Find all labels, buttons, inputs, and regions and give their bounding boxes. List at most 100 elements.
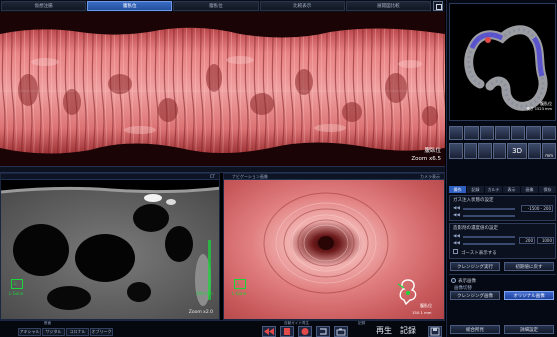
endo-corner-sub: 150.1 mm — [412, 310, 432, 315]
mode-tabs: 操作 記録 カルテ 表示 画像 保存 — [449, 186, 556, 193]
route-icon[interactable] — [463, 143, 478, 159]
ct-marker-label: L — [14, 281, 17, 287]
slice-caption: 断面 — [44, 321, 52, 325]
colon-unfold-view[interactable]: 腹臥位 Zoom x6.5 — [0, 12, 445, 166]
model-sub: 長さ 1523 mm — [526, 107, 552, 111]
record-button[interactable]: 記録 — [400, 327, 416, 335]
detail-settings-button[interactable]: 詳細設定 — [504, 325, 554, 334]
contrast-slider-track-2[interactable] — [463, 243, 515, 245]
window-toggle-button[interactable] — [433, 1, 443, 11]
tool-icon-row-2: 3D mm — [449, 143, 556, 159]
gas-range-field[interactable]: -1500 - 200 — [521, 205, 553, 212]
camera-icon[interactable] — [541, 126, 556, 140]
control-panel: 腹臥位 長さ 1523 mm 3D mm 操作 記録 カルテ 表示 画像 保存 … — [446, 0, 557, 337]
stop-button[interactable] — [280, 326, 294, 337]
endo-header-right: カメラ表示 — [420, 174, 440, 179]
sagittal-button[interactable]: サジタル — [42, 328, 65, 336]
ghost-checkbox[interactable] — [453, 249, 458, 254]
contrast-settings-title: 造影剤の濃度値の設定 — [453, 226, 498, 231]
tab-compare[interactable]: 比較表示 — [259, 1, 345, 11]
gas-arrow-icon-2: ◀◀ — [453, 213, 460, 218]
gas-arrow-icon: ◀◀ — [453, 206, 460, 211]
gas-slider-track-2[interactable] — [463, 215, 515, 217]
ghost-checkbox-label: ゴースト表示する — [461, 251, 497, 256]
mode-tab-chart[interactable]: カルテ — [485, 186, 502, 193]
loop-button[interactable] — [316, 326, 330, 337]
measure-icon[interactable] — [495, 126, 510, 140]
colon-3d-model-view[interactable]: 腹臥位 長さ 1523 mm — [449, 3, 556, 121]
camera-icon — [336, 328, 346, 336]
lesion-icon[interactable] — [510, 126, 526, 140]
tab-prone[interactable]: 腹臥位 — [87, 1, 173, 11]
cleansed-image-button[interactable]: クレンジング画像 — [450, 291, 500, 300]
ct-zoom-label: Zoom x2.0 — [188, 309, 213, 315]
tab-virtual-enema[interactable]: 仮想注腸 — [1, 1, 87, 11]
endo-marker-label: L — [237, 281, 240, 287]
mode-tab-operate[interactable]: 操作 — [449, 186, 466, 193]
ct-scale-label: 100 mm — [196, 291, 213, 296]
gas-settings-title: ガス注入状態の設定 — [453, 198, 494, 203]
endo-marker-box[interactable]: L — [234, 279, 246, 289]
mm-button[interactable]: mm — [542, 143, 556, 159]
ct-slice-view[interactable]: CT L L-Gone 100 mm Zoom x2.0 — [0, 173, 220, 320]
tab-prone-2[interactable]: 腹臥位 — [173, 1, 259, 11]
contrast-arrow-icon-2: ◀◀ — [453, 241, 460, 246]
coronal-button[interactable]: コロナル — [66, 328, 89, 336]
contrast-max-field[interactable]: 1000 — [537, 237, 554, 244]
contrast-arrow-icon: ◀◀ — [453, 234, 460, 239]
3d-view-button[interactable]: 3D — [507, 143, 527, 159]
save-icon — [430, 327, 440, 336]
stop-icon — [284, 328, 290, 335]
camera-button[interactable] — [334, 326, 348, 337]
unfold-zoom-label: Zoom x6.5 — [411, 156, 441, 162]
endo-marker-sub: L-Gone — [232, 291, 247, 296]
play-button[interactable]: 再生 — [376, 327, 392, 335]
mode-tab-save[interactable]: 保存 — [539, 186, 556, 193]
overall-findings-button[interactable]: 総合所見 — [450, 325, 500, 334]
record-dot-button[interactable] — [298, 326, 312, 337]
fit-view-icon[interactable] — [449, 126, 464, 140]
view-tab-bar: 仮想注腸 腹臥位 腹臥位 比較表示 展開図比較 — [0, 0, 445, 12]
model-caption: 腹臥位 — [540, 101, 552, 106]
flythrough-icon[interactable] — [492, 143, 507, 159]
gas-slider-track[interactable] — [463, 208, 515, 210]
rotate-icon[interactable] — [464, 126, 479, 140]
panel-divider — [449, 274, 556, 275]
ct-marker-sub: L-Gone — [9, 291, 24, 296]
endo-corner-caption: 腹臥位 — [420, 303, 432, 308]
axial-button[interactable]: アキシャル — [18, 328, 41, 336]
loop-icon — [320, 328, 327, 335]
unfold-image — [0, 12, 445, 166]
original-image-button[interactable]: オリジナル画像 — [504, 291, 554, 300]
ct-marker-box[interactable]: L — [11, 279, 23, 289]
colon-orientation-icon — [397, 279, 417, 306]
capture-icon[interactable] — [478, 143, 492, 159]
mode-tab-image[interactable]: 画像 — [521, 186, 538, 193]
view-separator — [0, 166, 445, 173]
record-caption: 記録 — [358, 321, 366, 325]
rewind-button[interactable] — [262, 326, 276, 337]
contrast-min-field[interactable]: 200 — [519, 237, 535, 244]
marker-icon[interactable] — [526, 126, 541, 140]
tab-unfold-compare[interactable]: 展開図比較 — [345, 1, 432, 11]
cleansing-run-button[interactable]: クレンジング実行 — [450, 262, 500, 271]
unfold-position-label: 腹臥位 — [424, 148, 441, 154]
bottom-toolbar: 断面 アキシャル サジタル コロナル オブリーク 自動ガイド再生 記録 再生 記… — [0, 320, 445, 337]
record-icon — [301, 328, 309, 335]
tool-icon-row-1 — [449, 126, 556, 142]
reset-defaults-button[interactable]: 初期値に戻す — [504, 262, 554, 271]
contrast-slider-track[interactable] — [463, 236, 515, 238]
display-image-title: 表示画像 — [458, 279, 476, 284]
save-record-button[interactable] — [428, 326, 442, 337]
ct-header-label: CT — [209, 174, 215, 179]
navigate-icon[interactable] — [449, 143, 463, 159]
endo-header-left: ナビゲーション画像 — [232, 174, 268, 179]
virtual-endoscopy-view[interactable]: ナビゲーション画像 カメラ表示 L L-Gone 腹臥位 150.1 mm — [223, 173, 445, 320]
oblique-button[interactable]: オブリーク — [90, 328, 113, 336]
grid-icon[interactable] — [479, 126, 495, 140]
display-image-radio[interactable] — [451, 278, 456, 283]
rewind-icon — [264, 328, 274, 335]
mode-tab-record[interactable]: 記録 — [467, 186, 484, 193]
mode-tab-display[interactable]: 表示 — [503, 186, 520, 193]
layout-icon[interactable] — [527, 143, 542, 159]
